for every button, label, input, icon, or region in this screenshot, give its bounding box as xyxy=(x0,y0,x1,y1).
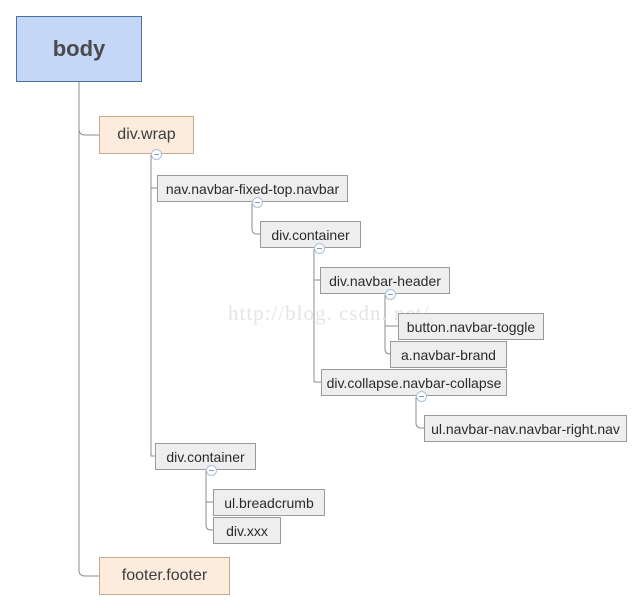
tree-node-navbar-header[interactable]: div.navbar-header xyxy=(320,267,450,294)
tree-edge xyxy=(205,471,213,531)
collapse-minus-icon[interactable] xyxy=(252,197,263,208)
collapse-minus-icon[interactable] xyxy=(206,465,217,476)
tree-node-main-container[interactable]: div.container xyxy=(155,443,256,470)
collapse-minus-icon[interactable] xyxy=(314,243,325,254)
tree-node-footer[interactable]: footer.footer xyxy=(99,557,230,595)
tree-node-body[interactable]: body xyxy=(16,16,142,82)
tree-edge xyxy=(78,82,99,136)
tree-node-breadcrumb[interactable]: ul.breadcrumb xyxy=(213,489,325,516)
tree-node-divxxx[interactable]: div.xxx xyxy=(213,517,281,544)
tree-edge xyxy=(78,82,99,577)
tree-node-navbar-toggle[interactable]: button.navbar-toggle xyxy=(398,313,544,340)
dom-tree-diagram: http://blog. csdn. net/ body div.wrap nav.… xyxy=(0,0,644,611)
collapse-minus-icon[interactable] xyxy=(151,149,162,160)
tree-edge xyxy=(150,155,155,457)
tree-node-navbar-brand[interactable]: a.navbar-brand xyxy=(390,341,507,368)
collapse-minus-icon[interactable] xyxy=(385,289,396,300)
tree-node-nav-container[interactable]: div.container xyxy=(260,221,361,248)
tree-node-navbar-collapse[interactable]: div.collapse.navbar-collapse xyxy=(321,369,507,396)
collapse-minus-icon[interactable] xyxy=(416,391,427,402)
tree-node-wrap[interactable]: div.wrap xyxy=(99,116,194,154)
tree-node-navbar-nav[interactable]: ul.navbar-nav.navbar-right.nav xyxy=(424,415,627,442)
